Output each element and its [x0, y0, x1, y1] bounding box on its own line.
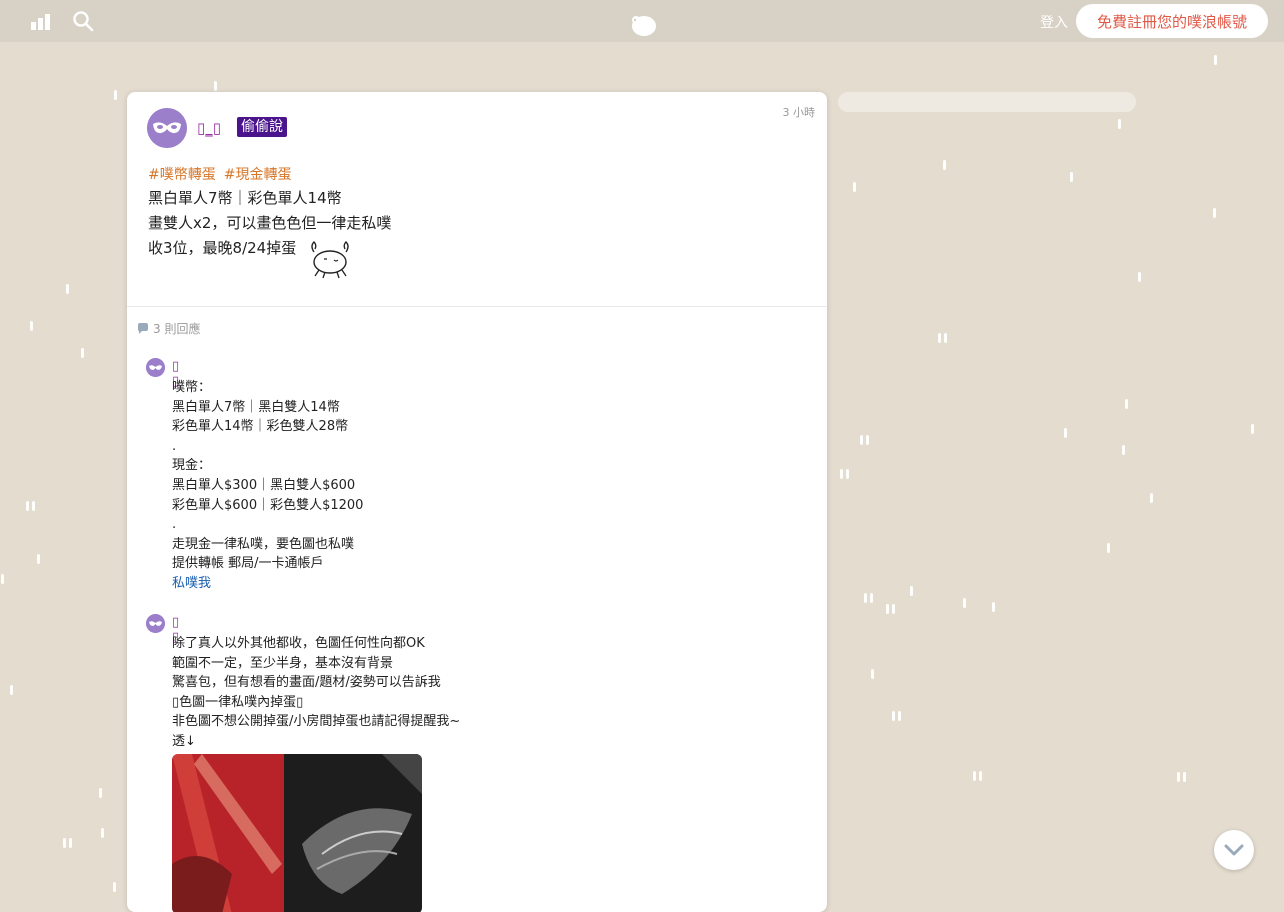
- private-plurk-link[interactable]: 私噗我: [172, 574, 363, 594]
- response-line: .: [172, 517, 177, 533]
- rain-streak: [944, 333, 947, 343]
- rain-streak: [69, 838, 72, 848]
- content-line: 畫雙人x2，可以畫色色但一律走私噗: [148, 214, 392, 232]
- response-content: 噗幣： 黑白單人7幣｜黑白雙人14幣 彩色單人14幣｜彩色雙人28幣 . 現金：…: [172, 378, 363, 594]
- tag-link[interactable]: #噗幣轉蛋: [148, 167, 216, 183]
- response-line: 噗幣：: [172, 380, 212, 395]
- crab-emoticon: [311, 241, 349, 279]
- avatar[interactable]: [147, 108, 187, 148]
- content-line: 黑白單人7幣｜彩色單人14幣: [148, 189, 342, 207]
- rain-streak: [938, 333, 941, 343]
- rain-streak: [66, 284, 69, 294]
- rain-streak: [860, 435, 863, 445]
- rain-streak: [979, 771, 982, 781]
- rain-streak: [1070, 172, 1073, 182]
- rain-streak: [1125, 399, 1128, 409]
- rain-streak: [10, 685, 13, 695]
- rain-streak: [1064, 428, 1067, 438]
- response-content: 除了真人以外其他都收，色圖任何性向都OK 範圍不一定，至少半身，基本沒有背景 驚…: [172, 634, 460, 752]
- response-line: 黑白單人$300｜黑白雙人$600: [172, 477, 356, 493]
- rain-streak: [870, 593, 873, 603]
- chevron-down-icon: [1224, 844, 1244, 856]
- rain-streak: [63, 838, 66, 848]
- scroll-down-button[interactable]: [1214, 830, 1254, 870]
- post-content: 黑白單人7幣｜彩色單人14幣 畫雙人x2，可以畫色色但一律走私噗 收3位，最晚8…: [148, 186, 391, 261]
- response-line: 彩色單人$600｜彩色雙人$1200: [172, 497, 364, 513]
- response-line: 現金：: [172, 458, 212, 474]
- image-thumbnail[interactable]: [172, 754, 422, 912]
- plurk-card: ▯_▯ 偷偷說 3 小時 #噗幣轉蛋 #現金轉蛋 黑白單人7幣｜彩色單人14幣 畫…: [127, 92, 827, 912]
- rain-streak: [973, 771, 976, 781]
- rain-streak: [99, 788, 102, 798]
- rain-streak: [892, 604, 895, 614]
- rain-streak: [910, 586, 913, 596]
- avatar[interactable]: [146, 614, 165, 633]
- rain-streak: [1214, 55, 1217, 65]
- whisper-badge: 偷偷說: [237, 117, 287, 137]
- rain-streak: [840, 469, 843, 479]
- rain-streak: [1177, 772, 1180, 782]
- response-line: .: [172, 438, 177, 454]
- rain-streak: [892, 711, 895, 721]
- rain-streak: [866, 435, 869, 445]
- tag-link[interactable]: #現金轉蛋: [224, 167, 292, 183]
- login-link[interactable]: 登入: [1040, 12, 1068, 32]
- rain-streak: [864, 593, 867, 603]
- rain-streak: [37, 554, 40, 564]
- rain-streak: [1, 574, 4, 584]
- tags: #噗幣轉蛋 #現金轉蛋: [148, 164, 299, 184]
- avatar[interactable]: [146, 358, 165, 377]
- divider: [127, 306, 827, 307]
- comment-icon: [138, 323, 148, 334]
- response-line: 驚喜包，但有想看的畫面/題材/姿勢可以告訴我: [172, 675, 441, 691]
- rain-streak: [214, 81, 217, 91]
- plurk-logo-icon[interactable]: [628, 12, 658, 38]
- rain-streak: [114, 90, 117, 100]
- rain-streak: [871, 669, 874, 679]
- rain-streak: [943, 160, 946, 170]
- response-line: ▯色圖一律私噗內掉蛋▯: [172, 694, 304, 710]
- response-line: 提供轉帳 郵局/一卡通帳戶: [172, 556, 324, 572]
- response-count[interactable]: 3 則回應: [137, 320, 200, 337]
- rain-streak: [1138, 272, 1141, 282]
- post-time[interactable]: 3 小時: [783, 104, 816, 120]
- rain-streak: [853, 182, 856, 192]
- response-line: 彩色單人14幣｜彩色雙人28幣: [172, 419, 349, 435]
- signup-button[interactable]: 免費註冊您的噗浪帳號: [1076, 4, 1268, 38]
- response-line: 非色圖不想公開掉蛋/小房間掉蛋也請記得提醒我~: [172, 714, 461, 730]
- rain-streak: [1183, 772, 1186, 782]
- rain-streak: [30, 321, 33, 331]
- rain-streak: [898, 711, 901, 721]
- rain-streak: [963, 598, 966, 608]
- response-line: 透↓: [172, 733, 196, 749]
- rain-streak: [1213, 208, 1216, 218]
- rain-streak: [1251, 424, 1254, 434]
- timeline-icon[interactable]: [30, 10, 52, 32]
- rain-streak: [1150, 493, 1153, 503]
- response-count-label: 3 則回應: [153, 322, 201, 336]
- response-line: 除了真人以外其他都收，色圖任何性向都OK: [172, 636, 425, 651]
- rain-streak: [1118, 119, 1121, 129]
- rain-streak: [886, 604, 889, 614]
- rain-streak: [1122, 445, 1125, 455]
- rain-streak: [101, 828, 104, 838]
- content-line: 收3位，最晚8/24掉蛋: [148, 239, 297, 257]
- placeholder-bar: [838, 92, 1136, 112]
- response-line: 走現金一律私噗，要色圖也私噗: [172, 536, 355, 552]
- response-line: 黑白單人7幣｜黑白雙人14幣: [172, 399, 340, 415]
- rain-streak: [113, 882, 116, 892]
- rain-streak: [32, 501, 35, 511]
- search-icon[interactable]: [72, 10, 94, 32]
- author-name[interactable]: ▯_▯: [197, 119, 221, 137]
- rain-streak: [81, 348, 84, 358]
- top-bar: 登入 免費註冊您的噗浪帳號: [0, 0, 1284, 42]
- rain-streak: [1107, 543, 1110, 553]
- rain-streak: [26, 501, 29, 511]
- response-line: 範圍不一定，至少半身，基本沒有背景: [172, 655, 394, 671]
- rain-streak: [846, 469, 849, 479]
- rain-streak: [992, 602, 995, 612]
